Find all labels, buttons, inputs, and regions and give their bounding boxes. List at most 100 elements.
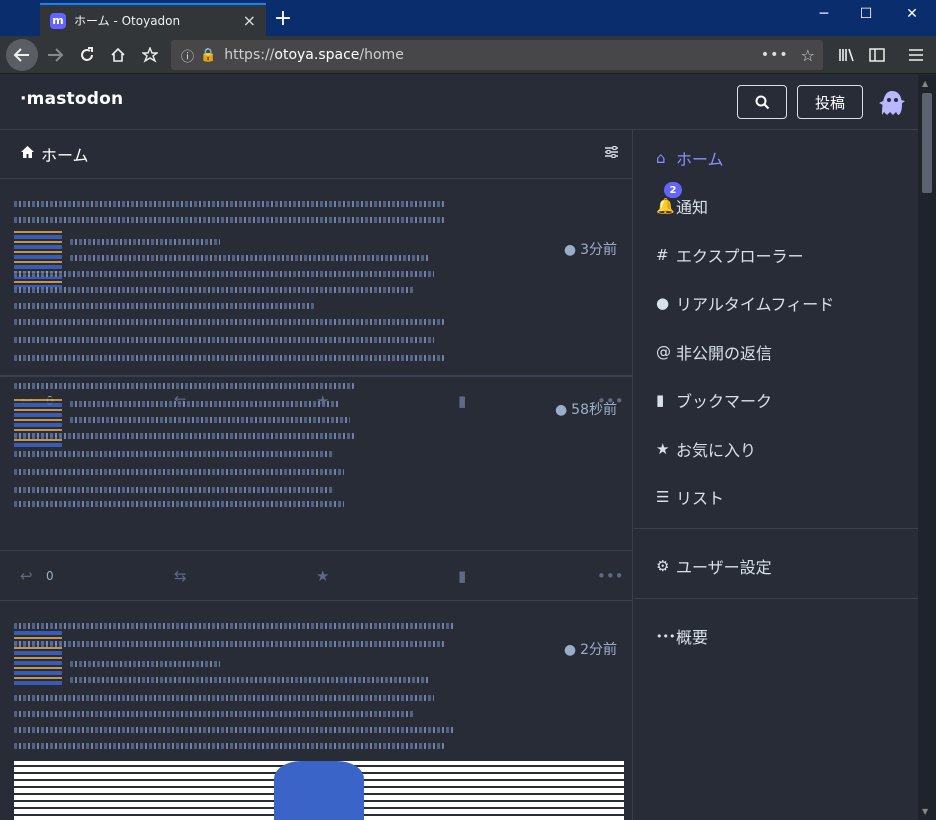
boost-icon[interactable]: ⇆ (174, 567, 187, 585)
ellipsis-icon[interactable]: ••• (597, 567, 624, 585)
ellipsis-icon: ••• (656, 629, 676, 643)
bookmark-icon[interactable]: ▮ (458, 567, 466, 585)
status-item[interactable]: ● 58秒前 (0, 377, 632, 551)
page-scrollbar[interactable]: ▲ ▼ (918, 75, 936, 820)
home-icon: ⌂ (656, 149, 666, 167)
blurred-content (70, 677, 430, 683)
pocket-button[interactable] (137, 42, 163, 68)
globe-icon: ● (563, 242, 577, 258)
nav-item-label: 通知 (676, 198, 709, 217)
nav-item-about[interactable]: ••• 概要 (656, 624, 708, 648)
lock-icon[interactable]: 🔒 (200, 48, 216, 63)
scroll-thumb[interactable] (922, 93, 932, 193)
column-settings-icon[interactable] (604, 145, 619, 163)
avatar[interactable] (14, 229, 62, 289)
nav-item-explore[interactable]: # エクスプローラー (656, 243, 804, 267)
close-window-button[interactable]: ✕ (902, 6, 922, 22)
blurred-content (14, 695, 434, 701)
mascot-avatar-icon[interactable] (876, 87, 906, 117)
forward-button[interactable] (42, 42, 68, 68)
home-column: ホーム ●3分前 ↩ 0 (0, 130, 633, 820)
avatar[interactable] (14, 629, 62, 685)
status-time[interactable]: ● 2分前 (564, 639, 617, 659)
column-header[interactable]: ホーム (0, 130, 632, 179)
menu-button[interactable] (903, 42, 929, 68)
blurred-content (70, 255, 430, 261)
url-text[interactable]: https://otoya.space/home (224, 47, 761, 63)
minimize-button[interactable]: ─ (814, 6, 834, 22)
home-icon (111, 47, 125, 62)
nav-item-favourites[interactable]: ★ お気に入り (656, 437, 756, 461)
list-icon: ☰ (656, 488, 670, 506)
nav-item-preferences[interactable]: ⚙ ユーザー設定 (656, 554, 772, 578)
status-item[interactable]: ● 3分前 (0, 179, 632, 376)
media-attachment[interactable] (14, 761, 624, 820)
status-time-text: 58秒前 (571, 402, 617, 418)
reload-button[interactable] (74, 42, 100, 68)
search-button[interactable] (737, 85, 787, 119)
blurred-content (14, 355, 444, 361)
nav-item-notifications[interactable]: 🔔 通知 (656, 194, 708, 218)
blurred-content (14, 623, 454, 629)
library-button[interactable] (834, 42, 860, 68)
nav-item-label: リアルタイムフィード (676, 295, 835, 314)
status-time-text: 2分前 (580, 642, 617, 658)
bookmark-page-icon[interactable]: ☆ (801, 46, 815, 65)
nav-item-home[interactable]: ⌂ ホーム (656, 146, 724, 170)
nav-divider (634, 598, 918, 599)
nav-item-label: ユーザー設定 (676, 558, 772, 577)
blurred-content (70, 401, 340, 407)
browser-toolbar: ⓘ 🔒 https://otoya.space/home ••• ☆ (0, 36, 936, 74)
home-icon (20, 145, 35, 163)
sidebar-icon (869, 48, 885, 62)
bookmark-icon: ▮ (656, 391, 665, 409)
star-icon: ★ (656, 440, 670, 458)
home-button[interactable] (105, 42, 131, 68)
blurred-content (14, 287, 414, 293)
notification-badge: 2 (664, 182, 682, 198)
info-icon[interactable]: ⓘ (181, 46, 194, 65)
nav-item-direct[interactable]: @ 非公開の返信 (656, 340, 772, 364)
maximize-button[interactable]: ☐ (856, 6, 876, 22)
blurred-content (14, 641, 444, 647)
nav-item-live-feed[interactable]: ● リアルタイムフィード (656, 291, 834, 315)
nav-item-label: 概要 (676, 628, 709, 647)
scroll-up-icon[interactable]: ▲ (922, 79, 928, 88)
tab-title: ホーム - Otoyadon (74, 14, 181, 28)
nav-item-bookmarks[interactable]: ▮ ブックマーク (656, 388, 772, 412)
close-tab-icon[interactable]: × (243, 11, 256, 30)
favourite-icon[interactable]: ★ (316, 567, 329, 585)
media-shape (274, 761, 364, 820)
blurred-content (14, 711, 414, 717)
browser-tab[interactable]: m ホーム - Otoyadon × (40, 3, 266, 36)
mastodon-logo[interactable]: ·mastodon (20, 89, 123, 109)
sidebar-button[interactable] (864, 42, 890, 68)
status-time[interactable]: ● 3分前 (564, 239, 617, 259)
bell-icon: 🔔 (656, 197, 675, 215)
blurred-content (14, 469, 344, 475)
arrow-left-icon (13, 48, 29, 62)
url-bar[interactable]: ⓘ 🔒 https://otoya.space/home ••• ☆ (171, 40, 823, 70)
avatar[interactable] (14, 397, 62, 447)
blurred-content (14, 337, 434, 343)
new-tab-button[interactable]: + (272, 6, 294, 31)
nav-item-label: 非公開の返信 (676, 344, 773, 363)
status-item[interactable]: ● 2分前 (0, 600, 632, 820)
library-icon (839, 48, 854, 62)
nav-item-lists[interactable]: ☰ リスト (656, 485, 724, 509)
page-actions-icon[interactable]: ••• (761, 47, 789, 63)
nav-item-label: ブックマーク (676, 392, 773, 411)
status-time[interactable]: ● 58秒前 (555, 399, 617, 419)
nav-item-label: ホーム (676, 150, 724, 169)
reply-icon[interactable]: ↩ (20, 567, 33, 585)
blurred-content (70, 417, 350, 423)
status-time-text: 3分前 (580, 242, 617, 258)
blurred-content (14, 451, 334, 457)
scroll-down-icon[interactable]: ▼ (922, 807, 928, 816)
back-button[interactable] (6, 39, 38, 71)
tab-strip: m ホーム - Otoyadon × + ─ ☐ ✕ (0, 0, 936, 36)
globe-icon: ● (656, 294, 670, 312)
browser-window: m ホーム - Otoyadon × + ─ ☐ ✕ ⓘ 🔒 https://o… (0, 0, 936, 820)
post-button[interactable]: 投稿 (797, 85, 863, 119)
nav-item-label: リスト (676, 489, 725, 508)
